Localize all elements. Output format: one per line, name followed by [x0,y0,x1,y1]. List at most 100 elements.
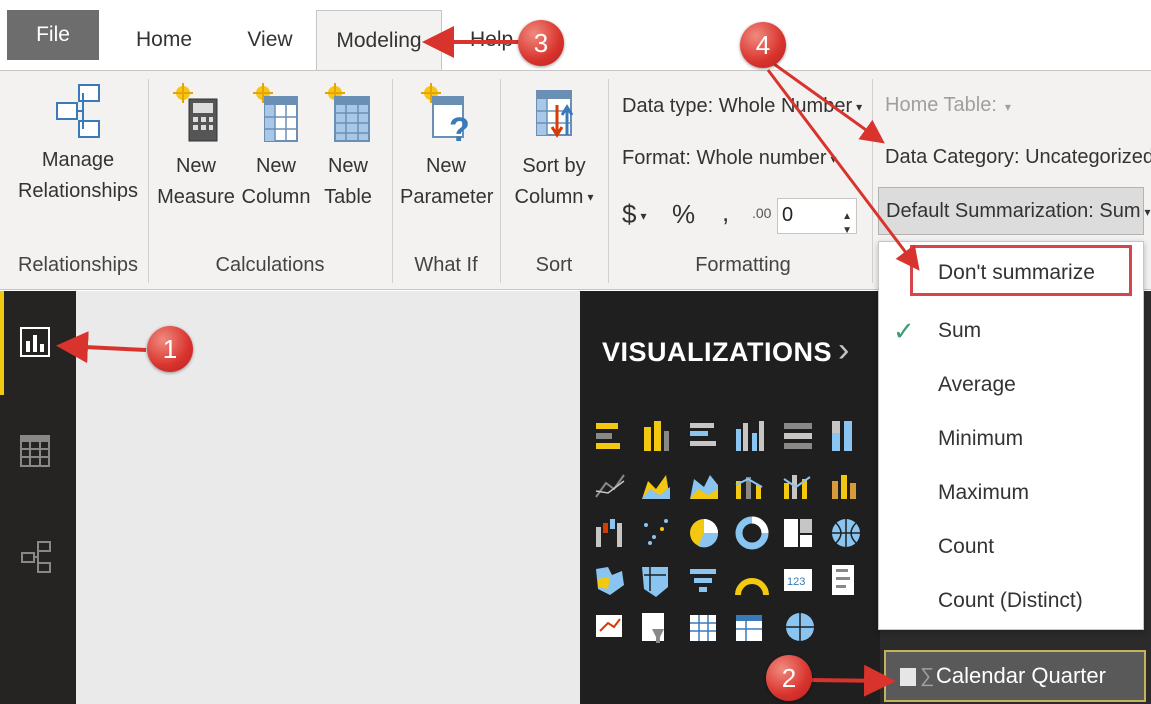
expand-pane-icon[interactable]: › [838,331,849,370]
field-label: Calendar Quarter [936,663,1106,688]
multi-row-card-icon[interactable] [832,565,854,595]
data-view-button[interactable] [0,399,76,503]
new-column-label-1: New [255,155,296,177]
field-calendar-quarter[interactable]: ∑ Calendar Quarter [884,650,1146,702]
new-parameter-label-1: New [425,155,466,177]
model-view-button[interactable] [0,505,76,609]
menu-item-count-distinct[interactable]: Count (Distinct) [879,574,1143,628]
decimal-places-icon: .00 [752,205,772,221]
waterfall-chart-icon[interactable] [596,519,622,547]
new-measure-label-1: New [175,155,216,177]
clustered-bar-chart-icon[interactable] [690,423,716,446]
100-stacked-bar-chart-icon[interactable] [784,423,812,449]
ribbon-chart-icon[interactable] [832,475,856,499]
new-table-icon [325,83,370,142]
callout-3: 3 [518,20,564,66]
currency-button[interactable]: $ ▾ [622,199,647,230]
report-view-button[interactable] [0,291,76,395]
line-and-column-chart-icon[interactable] [735,477,763,499]
new-table-label-2: Table [324,186,372,208]
new-measure-label-2: Measure [157,186,235,208]
stacked-column-chart-icon[interactable] [644,421,669,451]
chevron-down-icon: ▾ [1004,100,1011,114]
data-type-dropdown[interactable]: Data type: Whole Number ▾ [622,95,862,118]
menu-item-count[interactable]: Count [879,520,1143,574]
group-divider [500,79,501,283]
view-switcher-rail [0,291,76,704]
visualizations-pane: VISUALIZATIONS › 123 [580,291,880,704]
map-icon[interactable] [832,519,860,547]
new-measure-button[interactable]: New Measure [156,83,236,213]
relationships-icon [56,84,100,138]
tab-view[interactable]: View [232,10,308,70]
spin-down-icon[interactable]: ▼ [842,215,852,247]
line-and-clustered-column-icon[interactable] [783,475,811,499]
new-table-button[interactable]: New Table [316,83,380,213]
card-icon[interactable]: 123 [784,569,812,591]
decimal-places-input[interactable]: 0 ▲ ▼ [777,198,857,236]
percent-button[interactable]: % [672,199,695,230]
new-column-icon [253,83,298,142]
group-label-what-if: What If [414,254,478,276]
menu-item-minimum[interactable]: Minimum [879,412,1143,466]
group-label-relationships: Relationships [17,254,139,276]
group-label-sort: Sort [535,254,573,276]
manage-label-1: Manage [41,149,115,171]
tab-file[interactable]: File [7,10,99,60]
pie-chart-icon[interactable] [690,519,719,548]
visualizations-header: VISUALIZATIONS [602,337,833,367]
stacked-area-chart-icon[interactable] [690,475,718,499]
manage-relationships-button[interactable]: Manage Relationships [14,83,142,207]
shape-map-icon[interactable] [642,567,668,597]
menu-item-sum[interactable]: Sum [879,304,1143,358]
filled-map-icon[interactable] [596,567,624,595]
group-label-calculations: Calculations [215,254,325,276]
sort-label-2: Column ▾ [514,186,594,208]
100-stacked-column-chart-icon[interactable] [832,421,852,451]
slicer-icon[interactable] [642,613,664,643]
gauge-icon[interactable] [735,578,769,596]
home-table-dropdown[interactable]: Home Table: ▾ [885,94,1011,117]
sigma-icon: ∑ [920,665,935,687]
callout-1: 1 [147,326,193,372]
clustered-column-chart-icon[interactable] [736,421,764,451]
sort-icon [536,90,574,138]
stacked-bar-chart-icon[interactable] [596,423,620,449]
sort-label-1: Sort by [522,155,586,177]
format-dropdown[interactable]: Format: Whole number ▾ [622,147,837,170]
group-divider [872,79,873,283]
tab-home[interactable]: Home [124,10,204,70]
tab-modeling[interactable]: Modeling [316,10,442,71]
matrix-icon[interactable] [736,615,762,641]
line-chart-icon[interactable] [595,474,625,498]
visual-types-grid: 123 [595,421,860,643]
callout-4: 4 [740,22,786,68]
chevron-down-icon: ▾ [640,209,647,224]
default-summarization-dropdown[interactable]: Default Summarization: Sum ▾ [878,187,1151,235]
new-parameter-label-2: Parameter [400,186,494,208]
table-icon[interactable] [690,615,716,641]
area-chart-icon[interactable] [642,475,670,499]
new-parameter-button[interactable]: ? New Parameter [400,83,494,213]
sort-by-column-button[interactable]: Sort by Column ▾ [508,83,600,213]
callout-2: 2 [766,655,812,701]
kpi-icon[interactable] [596,615,622,637]
data-view-icon [20,435,50,467]
globe-icon[interactable] [786,613,814,641]
checkbox-icon[interactable] [900,668,916,686]
new-column-button[interactable]: New Column [238,83,314,213]
donut-chart-icon[interactable] [735,516,769,550]
treemap-icon[interactable] [784,519,812,547]
menu-item-average[interactable]: Average [879,358,1143,412]
scatter-chart-icon[interactable] [644,519,668,545]
chevron-down-icon: ▾ [856,99,863,114]
checkmark-icon: ✓ [893,316,915,346]
data-category-dropdown[interactable]: Data Category: Uncategorized▾ [885,146,1151,169]
new-table-label-1: New [327,155,368,177]
parameter-icon: ? [421,83,470,145]
comma-button[interactable]: , [722,197,729,228]
manage-label-2: Relationships [17,180,139,202]
menu-item-maximum[interactable]: Maximum [879,466,1143,520]
funnel-chart-icon[interactable] [690,569,716,592]
group-label-formatting: Formatting [695,254,791,276]
